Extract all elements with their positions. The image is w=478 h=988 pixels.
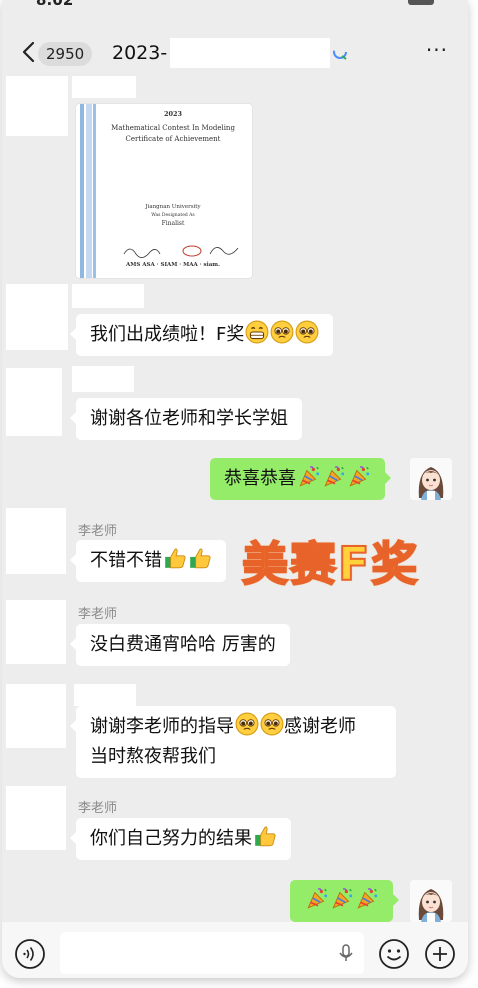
party-popper-icon (307, 888, 329, 909)
message-text: 不错不错 (90, 550, 162, 571)
certificate-designated: Was Designated As (151, 213, 195, 218)
message-text: 没白费通宵哈哈 厉害的 (90, 634, 276, 655)
smiley-icon[interactable] (378, 938, 410, 970)
message-text: 恭喜恭喜 (224, 468, 296, 489)
certificate-year: 2023 (163, 110, 183, 118)
thumbs-up-icon (189, 548, 211, 569)
input-bar (2, 922, 468, 978)
certificate-school: Jiangnan University (145, 204, 201, 210)
message-bubble[interactable]: 我们出成绩啦！F奖 (69, 314, 334, 356)
chat-screen: 8:02 ··· 2950 2023- ··· 2023 Mathematica… (2, 0, 468, 978)
message-bubble[interactable]: 不错不错 (70, 540, 226, 582)
status-time: 8:02 (36, 0, 74, 9)
sender-name: 李老师 (78, 801, 118, 816)
message-text: 谢谢李老师的指导 (90, 716, 234, 737)
self-message-bubble[interactable]: 恭喜恭喜 (210, 458, 391, 500)
message-bubble[interactable]: 没白费通宵哈哈 厉害的 (70, 624, 290, 666)
redaction-mask (72, 366, 134, 392)
redaction-mask (6, 76, 68, 136)
redaction-mask (74, 684, 136, 706)
certificate-line2: Certificate of Achievement (125, 135, 221, 143)
unread-count-badge[interactable]: 2950 (38, 42, 93, 66)
party-popper-icon (357, 888, 379, 909)
plus-icon[interactable] (424, 938, 456, 970)
message-input[interactable] (60, 932, 364, 974)
message-text: 当时熬夜帮我们 (90, 746, 216, 767)
party-popper-icon (332, 888, 354, 909)
redaction-mask (6, 284, 68, 350)
message-text: 感谢老师 (284, 716, 356, 737)
signatures (123, 245, 239, 258)
message-bubble[interactable]: 谢谢各位老师和学长学姐 (70, 398, 302, 440)
self-avatar[interactable] (410, 458, 452, 500)
thumbs-up-icon (164, 548, 186, 569)
party-popper-icon (299, 466, 321, 487)
loading-icon (333, 45, 347, 60)
self-avatar[interactable] (410, 880, 452, 922)
redaction-mask (6, 508, 66, 574)
self-message-bubble[interactable] (290, 880, 399, 922)
status-bar: 8:02 ··· (2, 0, 468, 20)
party-popper-icon (349, 466, 371, 487)
overlay-caption: 美赛F奖 (241, 536, 420, 592)
redaction-mask (170, 38, 330, 68)
certificate-image[interactable]: 2023 Mathematical Contest In Modeling Ce… (76, 104, 252, 278)
pleading-face-icon (270, 320, 294, 344)
pleading-face-icon (235, 712, 259, 736)
redaction-mask (6, 786, 66, 850)
chat-header: 2950 2023- ··· (2, 30, 468, 76)
sender-name: 李老师 (78, 607, 118, 622)
message-bubble[interactable]: 谢谢李老师的指导 感谢老师 当时熬夜帮我们 (70, 706, 396, 778)
certificate-line1: Mathematical Contest In Modeling (111, 124, 235, 132)
party-popper-icon (324, 466, 346, 487)
chat-title[interactable]: 2023- (112, 42, 167, 64)
thumbs-up-icon (254, 826, 276, 847)
certificate-award: Finalist (161, 220, 185, 227)
message-text: 我们出成绩啦！F奖 (90, 324, 245, 345)
battery-icon (408, 0, 434, 5)
redaction-mask (72, 76, 136, 98)
message-text: 你们自己努力的结果 (90, 828, 252, 849)
mic-icon[interactable] (336, 943, 356, 963)
pleading-face-icon (260, 712, 284, 736)
certificate-logos: AMS ASA · SIAM · MAA · siam. (126, 262, 220, 268)
pleading-face-icon (295, 320, 319, 344)
redaction-mask (6, 684, 66, 748)
ellipsis-icon[interactable]: ··· (426, 38, 448, 62)
voice-icon[interactable] (14, 938, 46, 970)
redaction-mask (72, 284, 144, 308)
message-text: 谢谢各位老师和学长学姐 (90, 408, 288, 429)
redaction-mask (6, 600, 66, 664)
sender-name: 李老师 (78, 524, 118, 539)
message-bubble[interactable]: 你们自己努力的结果 (70, 818, 291, 860)
grin-icon (245, 320, 269, 344)
redaction-mask (6, 368, 62, 436)
status-extra: ··· (80, 0, 97, 6)
